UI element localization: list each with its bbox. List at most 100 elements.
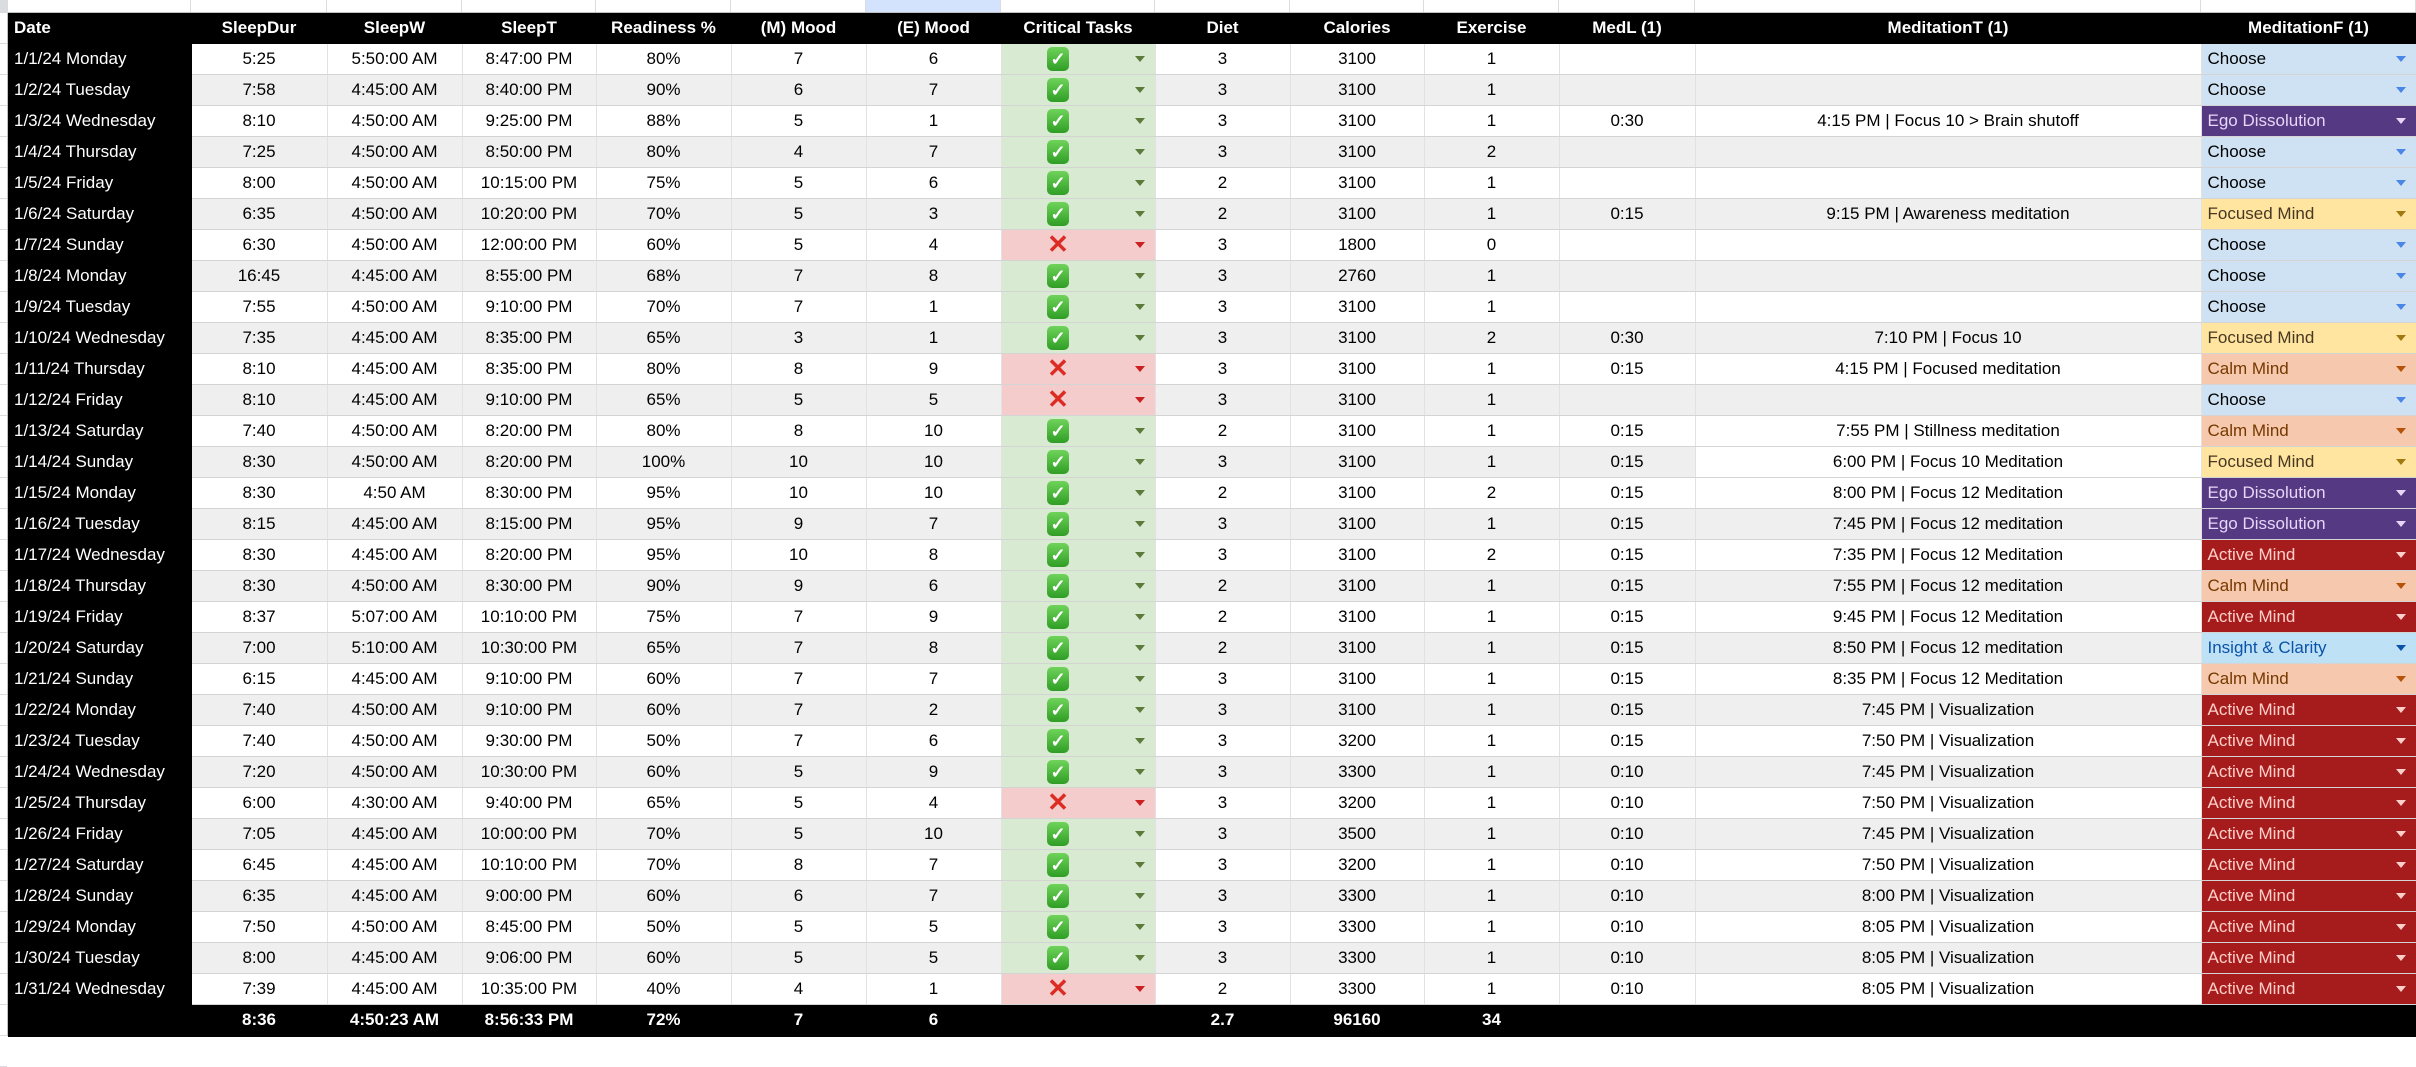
row-number-header[interactable]	[0, 509, 7, 540]
cell-sleep-time[interactable]: 8:20:00 PM	[462, 539, 597, 571]
cell-critical-tasks[interactable]: ✓	[1001, 756, 1156, 788]
cell-meditation-time[interactable]: 7:50 PM | Visualization	[1695, 725, 2202, 757]
cell-morning-mood[interactable]: 4	[731, 973, 867, 1005]
cell-morning-mood[interactable]: 5	[731, 756, 867, 788]
cell-critical-tasks[interactable]: ✓	[1001, 260, 1156, 292]
cell-morning-mood[interactable]: 5	[731, 384, 867, 416]
cell-meditation-length[interactable]: 0:10	[1559, 849, 1696, 881]
cell-meditation-focus[interactable]: Active Mind	[2201, 787, 2416, 819]
row-number-header[interactable]	[0, 571, 7, 602]
cell-exercise[interactable]: 1	[1424, 167, 1560, 199]
row-number-header[interactable]	[0, 850, 7, 881]
row-number-header[interactable]	[0, 199, 7, 230]
cell-sleep-wake[interactable]: 4:45:00 AM	[327, 508, 463, 540]
cell-sleep-wake[interactable]: 4:45:00 AM	[327, 880, 463, 912]
cell-sleep-duration[interactable]: 8:37	[191, 601, 328, 633]
cell-sleep-duration[interactable]: 8:30	[191, 539, 328, 571]
cell-meditation-length[interactable]: 0:15	[1559, 415, 1696, 447]
dropdown-arrow-icon[interactable]	[2395, 551, 2406, 558]
cell-morning-mood[interactable]: 7	[731, 694, 867, 726]
cell-diet[interactable]: 3	[1155, 446, 1291, 478]
dropdown-arrow-icon[interactable]	[2395, 396, 2406, 403]
row-number-header[interactable]	[0, 726, 7, 757]
cell-sleep-duration[interactable]: 6:35	[191, 880, 328, 912]
cell-meditation-length[interactable]	[1559, 229, 1696, 261]
row-number-header[interactable]	[0, 1036, 7, 1067]
cell-critical-tasks[interactable]: ✓	[1001, 322, 1156, 354]
dropdown-arrow-icon[interactable]	[1134, 365, 1145, 372]
cell-sleep-time[interactable]: 9:10:00 PM	[462, 291, 597, 323]
dropdown-arrow-icon[interactable]	[1134, 272, 1145, 279]
cell-calories[interactable]: 3300	[1290, 973, 1425, 1005]
dropdown-arrow-icon[interactable]	[1134, 892, 1145, 899]
cell-calories[interactable]: 3200	[1290, 787, 1425, 819]
cell-readiness[interactable]: 80%	[596, 136, 732, 168]
cell-sleep-time[interactable]: 9:06:00 PM	[462, 942, 597, 974]
cell-date[interactable]: 1/14/24 Sunday	[8, 446, 192, 478]
cell-meditation-time[interactable]: 7:45 PM | Visualization	[1695, 694, 2202, 726]
dropdown-arrow-icon[interactable]	[2395, 86, 2406, 93]
dropdown-arrow-icon[interactable]	[2395, 427, 2406, 434]
dropdown-arrow-icon[interactable]	[1134, 861, 1145, 868]
cell-meditation-length[interactable]: 0:15	[1559, 446, 1696, 478]
cell-sleep-wake[interactable]: 4:50:00 AM	[327, 136, 463, 168]
row-number-header[interactable]	[0, 354, 7, 385]
column-header-meditation-time[interactable]: MeditationT (1)	[1695, 13, 2202, 44]
cell-calories[interactable]: 3100	[1290, 291, 1425, 323]
cell-critical-tasks[interactable]: ✕	[1001, 384, 1156, 416]
cell-sleep-time[interactable]: 10:15:00 PM	[462, 167, 597, 199]
cell-diet[interactable]: 2	[1155, 632, 1291, 664]
cell-sleep-wake[interactable]: 4:45:00 AM	[327, 818, 463, 850]
cell-evening-mood[interactable]: 7	[866, 849, 1002, 881]
cell-sleep-duration[interactable]: 8:00	[191, 167, 328, 199]
cell-evening-mood[interactable]: 9	[866, 756, 1002, 788]
cell-meditation-time[interactable]	[1695, 74, 2202, 106]
dropdown-arrow-icon[interactable]	[2395, 985, 2406, 992]
cell-meditation-length[interactable]: 0:10	[1559, 880, 1696, 912]
cell-evening-mood[interactable]: 7	[866, 74, 1002, 106]
cell-sleep-time[interactable]: 10:35:00 PM	[462, 973, 597, 1005]
cell-morning-mood[interactable]: 5	[731, 198, 867, 230]
dropdown-arrow-icon[interactable]	[1134, 427, 1145, 434]
cell-readiness[interactable]: 70%	[596, 818, 732, 850]
cell-morning-mood[interactable]: 5	[731, 229, 867, 261]
cell-calories[interactable]: 3100	[1290, 43, 1425, 75]
dropdown-arrow-icon[interactable]	[1134, 148, 1145, 155]
cell-calories[interactable]: 3100	[1290, 353, 1425, 385]
dropdown-arrow-icon[interactable]	[1134, 117, 1145, 124]
cell-calories[interactable]: 1800	[1290, 229, 1425, 261]
cell-calories[interactable]: 2760	[1290, 260, 1425, 292]
cell-sleep-wake[interactable]: 5:10:00 AM	[327, 632, 463, 664]
column-letter-header[interactable]	[1155, 0, 1290, 12]
cell-meditation-length[interactable]: 0:15	[1559, 353, 1696, 385]
cell-morning-mood[interactable]: 8	[731, 353, 867, 385]
cell-sleep-wake[interactable]: 4:45:00 AM	[327, 353, 463, 385]
cell-morning-mood[interactable]: 6	[731, 880, 867, 912]
cell-exercise[interactable]: 1	[1424, 198, 1560, 230]
cell-calories[interactable]: 3200	[1290, 849, 1425, 881]
cell-evening-mood[interactable]: 5	[866, 384, 1002, 416]
cell-evening-mood[interactable]: 6	[866, 167, 1002, 199]
dropdown-arrow-icon[interactable]	[2395, 861, 2406, 868]
cell-date[interactable]: 1/25/24 Thursday	[8, 787, 192, 819]
cell-meditation-time[interactable]: 6:00 PM | Focus 10 Meditation	[1695, 446, 2202, 478]
cell-meditation-focus[interactable]: Active Mind	[2201, 725, 2416, 757]
row-number-header[interactable]	[0, 261, 7, 292]
cell-calories[interactable]: 3300	[1290, 942, 1425, 974]
cell-sleep-duration[interactable]: 5:25	[191, 43, 328, 75]
cell-sleep-time[interactable]: 8:55:00 PM	[462, 260, 597, 292]
cell-calories[interactable]: 3100	[1290, 136, 1425, 168]
column-letter-header[interactable]	[8, 0, 191, 12]
dropdown-arrow-icon[interactable]	[2395, 365, 2406, 372]
cell-date[interactable]: 1/13/24 Saturday	[8, 415, 192, 447]
cell-readiness[interactable]: 60%	[596, 694, 732, 726]
cell-sleep-time[interactable]: 8:40:00 PM	[462, 74, 597, 106]
row-number-header[interactable]	[0, 106, 7, 137]
dropdown-arrow-icon[interactable]	[1134, 613, 1145, 620]
cell-readiness[interactable]: 80%	[596, 415, 732, 447]
cell-readiness[interactable]: 80%	[596, 353, 732, 385]
cell-sleep-wake[interactable]: 4:50:00 AM	[327, 725, 463, 757]
cell-readiness[interactable]: 50%	[596, 911, 732, 943]
cell-sleep-time[interactable]: 12:00:00 PM	[462, 229, 597, 261]
column-header-evening-mood[interactable]: (E) Mood	[866, 13, 1002, 44]
